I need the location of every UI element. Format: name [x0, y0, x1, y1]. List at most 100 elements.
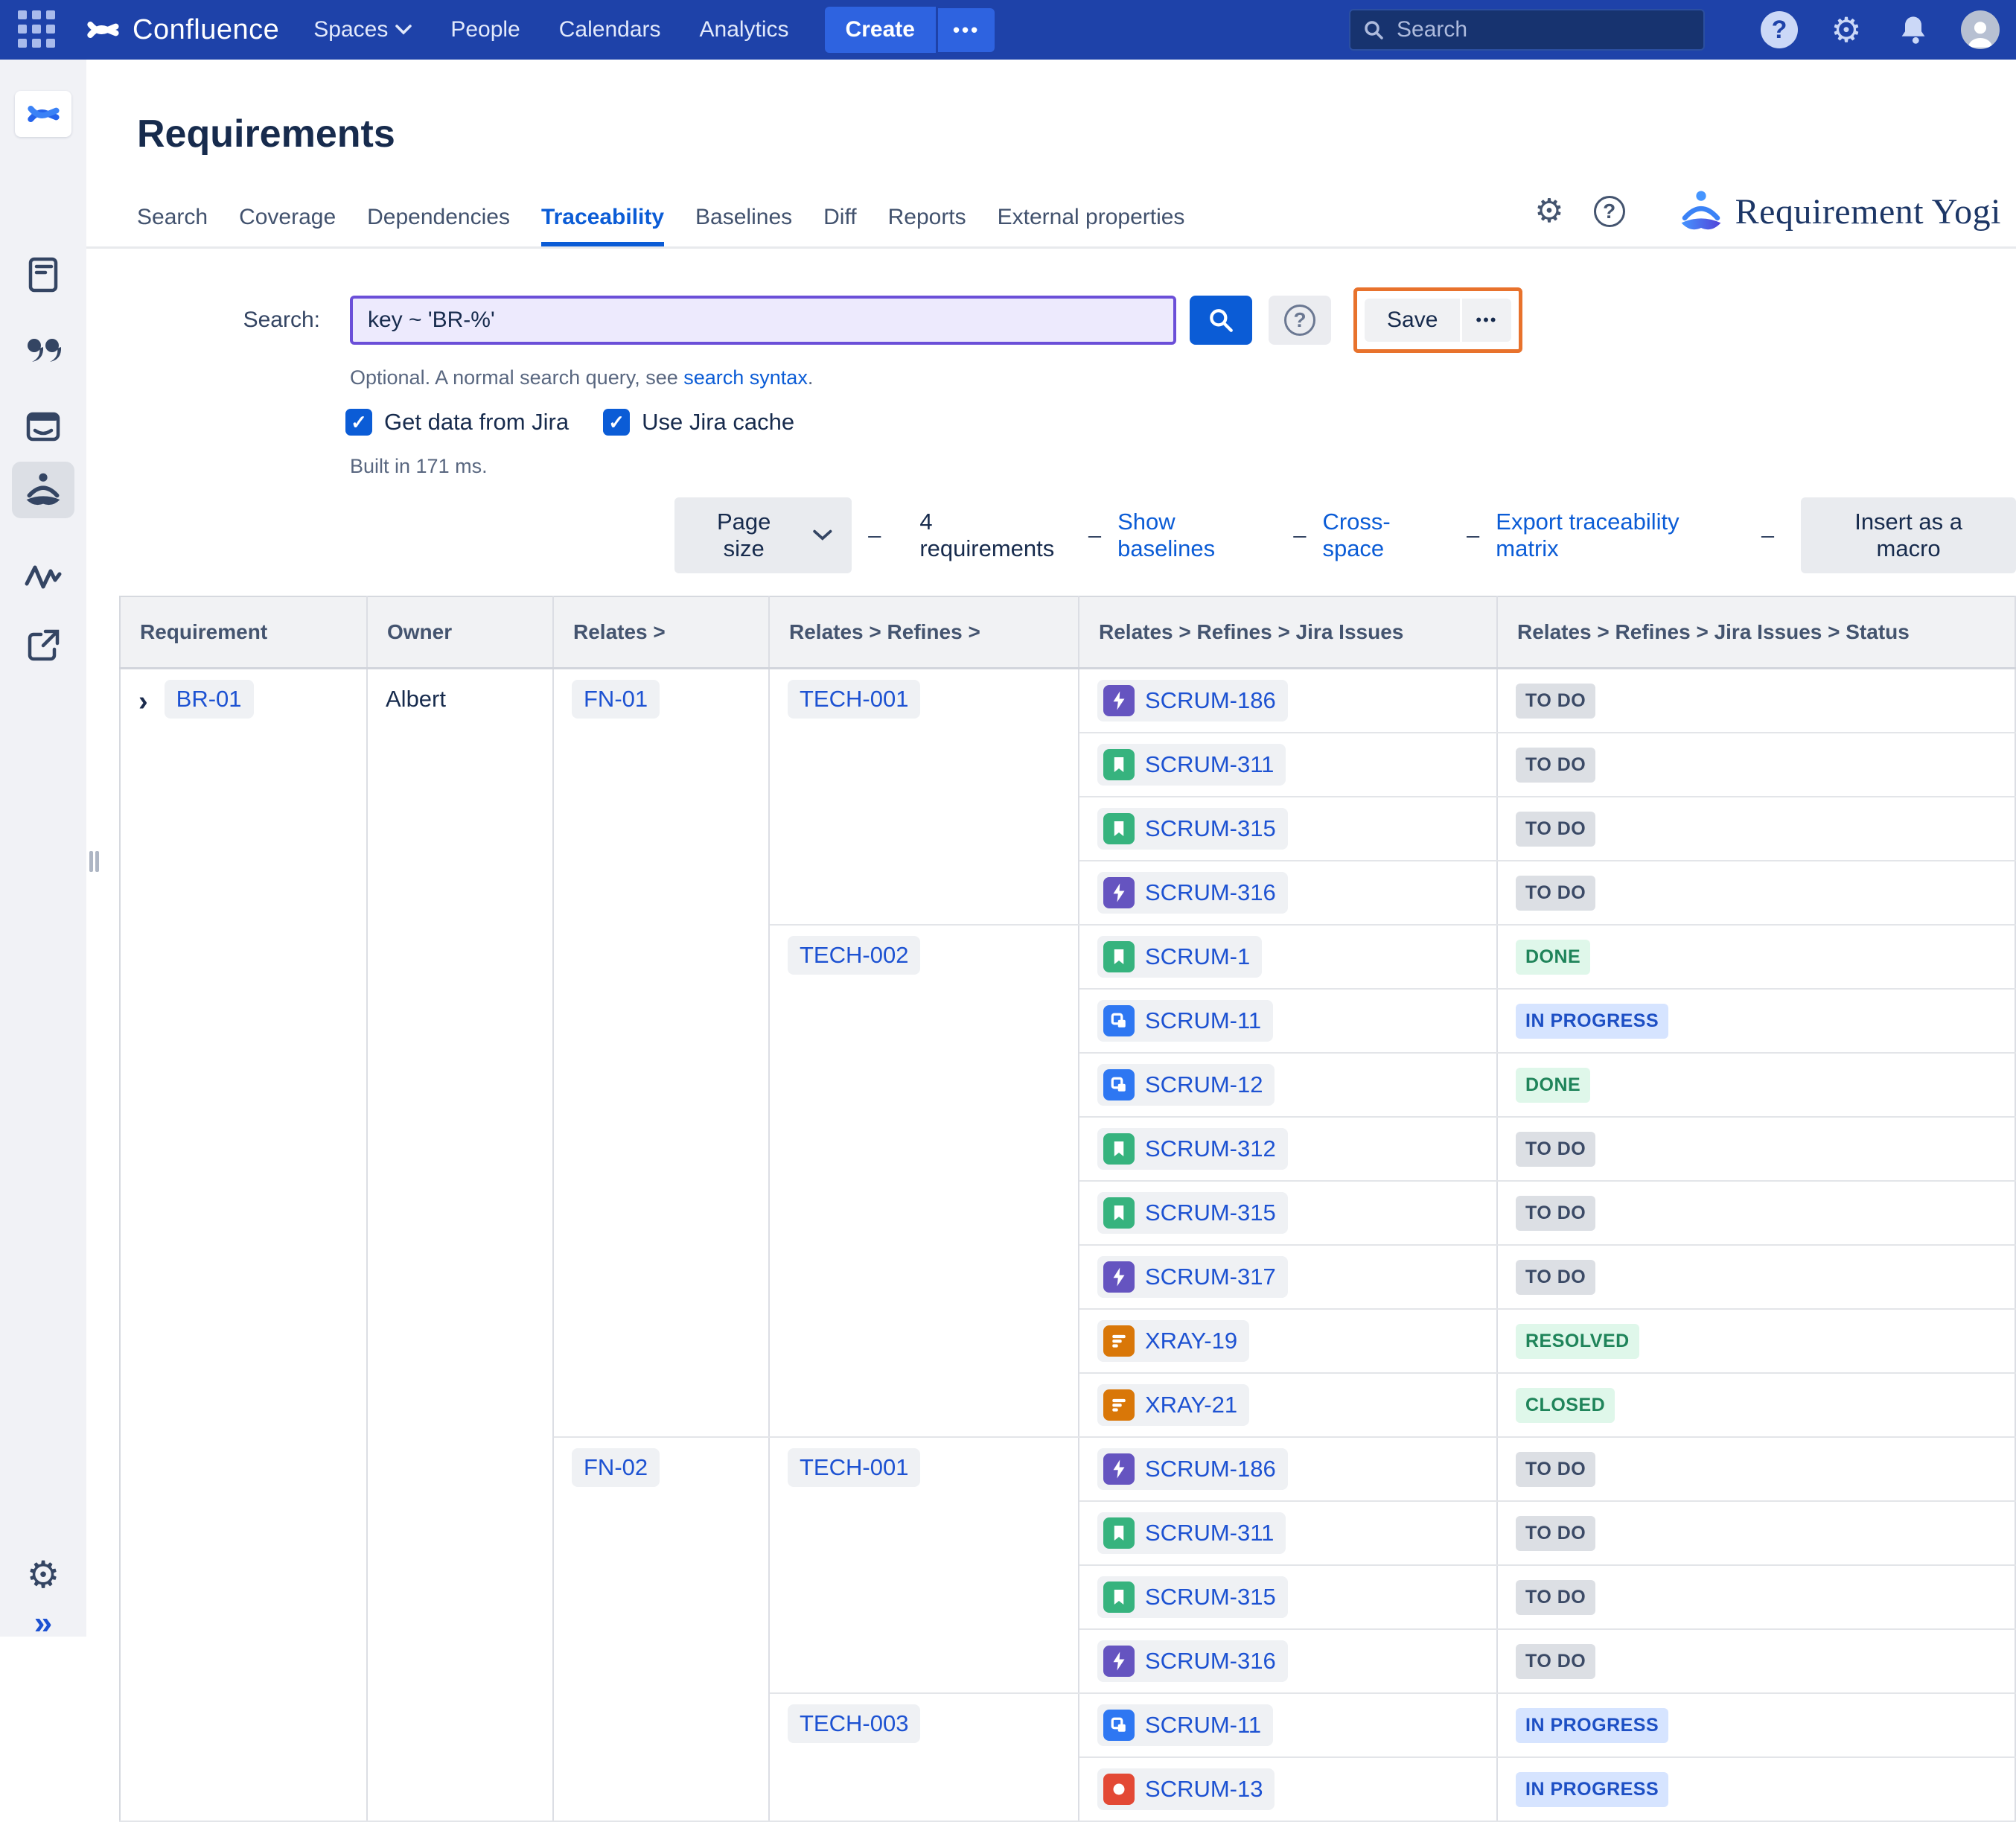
- quotes-icon[interactable]: [23, 329, 63, 369]
- jira-issue-link[interactable]: SCRUM-316: [1097, 1640, 1288, 1682]
- status-cell: TO DO: [1497, 1245, 2015, 1309]
- column-header: Owner: [367, 596, 553, 668]
- relates-link[interactable]: FN-02: [572, 1448, 660, 1487]
- jira-issue-link[interactable]: SCRUM-13: [1097, 1768, 1275, 1810]
- jira-issue-link[interactable]: SCRUM-11: [1097, 1704, 1273, 1746]
- issue-key: XRAY-21: [1145, 1392, 1237, 1418]
- owner-cell: Albert: [367, 668, 553, 1821]
- checkbox-use-jira-cache[interactable]: ✓ Use Jira cache: [603, 409, 794, 436]
- external-link-icon[interactable]: [23, 625, 63, 666]
- checked-checkbox-icon[interactable]: ✓: [345, 409, 372, 436]
- jira-issue-link[interactable]: SCRUM-311: [1097, 1512, 1286, 1554]
- epic-issue-icon: [1103, 685, 1135, 716]
- tab-traceability[interactable]: Traceability: [541, 205, 664, 246]
- task-issue-icon: [1103, 1005, 1135, 1036]
- tab-coverage[interactable]: Coverage: [239, 205, 336, 246]
- column-header: Relates > Refines > Jira Issues > Status: [1497, 596, 2015, 668]
- column-header: Relates >: [553, 596, 769, 668]
- insert-macro-button[interactable]: Insert as a macro: [1801, 497, 2016, 573]
- refines-link[interactable]: TECH-003: [788, 1704, 920, 1743]
- status-cell: CLOSED: [1497, 1373, 2015, 1437]
- run-search-button[interactable]: [1190, 296, 1252, 345]
- save-button[interactable]: Save: [1365, 299, 1460, 342]
- jira-issue-link[interactable]: SCRUM-315: [1097, 1192, 1288, 1234]
- calendar-icon[interactable]: [23, 406, 63, 446]
- issue-key: SCRUM-11: [1145, 1007, 1261, 1034]
- separator: –: [1761, 522, 1774, 549]
- expand-sidebar-icon[interactable]: »: [34, 1607, 52, 1640]
- requirement-yogi-logo: Requirement Yogi: [1674, 187, 2001, 236]
- nav-more-button[interactable]: •••: [938, 8, 995, 52]
- story-issue-icon: [1103, 749, 1135, 780]
- global-search-input[interactable]: [1397, 17, 1691, 42]
- search-help-button[interactable]: ?: [1269, 296, 1331, 345]
- ry-help-icon[interactable]: ?: [1594, 196, 1625, 227]
- column-header: Relates > Refines >: [769, 596, 1079, 668]
- help-button[interactable]: ?: [1760, 10, 1799, 49]
- jira-issue-link[interactable]: SCRUM-312: [1097, 1128, 1288, 1170]
- status-cell: IN PROGRESS: [1497, 1693, 2015, 1757]
- issue-key: SCRUM-312: [1145, 1135, 1276, 1162]
- jira-issue-link[interactable]: SCRUM-316: [1097, 872, 1288, 914]
- jira-issue-link[interactable]: SCRUM-1: [1097, 936, 1262, 978]
- expand-chevron-icon[interactable]: ›: [138, 687, 148, 716]
- cross-space-link[interactable]: Cross-space: [1322, 509, 1450, 562]
- status-badge: TO DO: [1516, 1260, 1595, 1295]
- nav-calendars[interactable]: Calendars: [559, 17, 661, 42]
- tab-diff[interactable]: Diff: [823, 205, 856, 246]
- status-badge: TO DO: [1516, 684, 1595, 719]
- global-search[interactable]: [1349, 9, 1705, 51]
- tab-baselines[interactable]: Baselines: [695, 205, 792, 246]
- jira-issue-link[interactable]: SCRUM-311: [1097, 744, 1286, 786]
- jira-issue-link[interactable]: SCRUM-186: [1097, 680, 1288, 722]
- checkbox-get-data-from-jira[interactable]: ✓ Get data from Jira: [345, 409, 569, 436]
- checked-checkbox-icon[interactable]: ✓: [603, 409, 630, 436]
- settings-icon[interactable]: ⚙: [1827, 10, 1866, 49]
- tab-search[interactable]: Search: [137, 205, 208, 246]
- jira-issue-link[interactable]: SCRUM-11: [1097, 1000, 1273, 1042]
- requirement-yogi-icon[interactable]: [12, 462, 74, 518]
- jira-issue-link[interactable]: SCRUM-315: [1097, 1576, 1288, 1618]
- save-more-button[interactable]: •••: [1462, 299, 1511, 342]
- nav-people[interactable]: People: [450, 17, 520, 42]
- jira-issue-link[interactable]: SCRUM-186: [1097, 1448, 1288, 1490]
- create-button[interactable]: Create: [825, 7, 936, 53]
- nav-spaces[interactable]: Spaces: [313, 17, 412, 42]
- refines-link[interactable]: TECH-001: [788, 1448, 920, 1487]
- profile-avatar[interactable]: [1961, 10, 2000, 49]
- export-traceability-matrix-link[interactable]: Export traceability matrix: [1496, 509, 1745, 562]
- jira-issue-link[interactable]: XRAY-21: [1097, 1384, 1249, 1426]
- jira-issue-link[interactable]: SCRUM-12: [1097, 1064, 1275, 1106]
- status-cell: IN PROGRESS: [1497, 1757, 2015, 1821]
- refines-link[interactable]: TECH-001: [788, 680, 920, 719]
- story-issue-icon: [1103, 813, 1135, 844]
- relates-link[interactable]: FN-01: [572, 680, 660, 719]
- page-size-dropdown[interactable]: Page size: [674, 497, 852, 573]
- status-badge: CLOSED: [1516, 1388, 1615, 1423]
- ry-settings-icon[interactable]: ⚙: [1534, 195, 1563, 228]
- requirement-link[interactable]: BR-01: [165, 680, 254, 719]
- build-time: Built in 171 ms.: [350, 455, 2016, 478]
- jira-issue-link[interactable]: SCRUM-317: [1097, 1256, 1288, 1298]
- refines-link[interactable]: TECH-002: [788, 936, 920, 975]
- tab-dependencies[interactable]: Dependencies: [367, 205, 510, 246]
- issue-key: SCRUM-311: [1145, 751, 1274, 778]
- confluence-logo[interactable]: Confluence: [83, 13, 279, 46]
- query-input[interactable]: [350, 296, 1176, 345]
- pages-icon[interactable]: [23, 255, 63, 295]
- notifications-bell-icon[interactable]: [1894, 10, 1933, 49]
- requirement-count: 4 requirements: [919, 509, 1072, 562]
- space-logo-confluence[interactable]: [15, 91, 71, 137]
- space-settings-icon[interactable]: ⚙: [27, 1556, 60, 1593]
- jira-issue-link[interactable]: SCRUM-315: [1097, 808, 1288, 850]
- search-syntax-link[interactable]: search syntax: [683, 366, 808, 389]
- jira-issue-link[interactable]: XRAY-19: [1097, 1320, 1249, 1362]
- nav-analytics[interactable]: Analytics: [700, 17, 789, 42]
- chevron-down-icon: [395, 25, 412, 35]
- status-cell: TO DO: [1497, 1565, 2015, 1629]
- activity-icon[interactable]: [23, 557, 63, 597]
- show-baselines-link[interactable]: Show baselines: [1117, 509, 1277, 562]
- tab-reports[interactable]: Reports: [888, 205, 966, 246]
- tab-external-properties[interactable]: External properties: [998, 205, 1185, 246]
- app-switcher-icon[interactable]: [18, 10, 57, 49]
